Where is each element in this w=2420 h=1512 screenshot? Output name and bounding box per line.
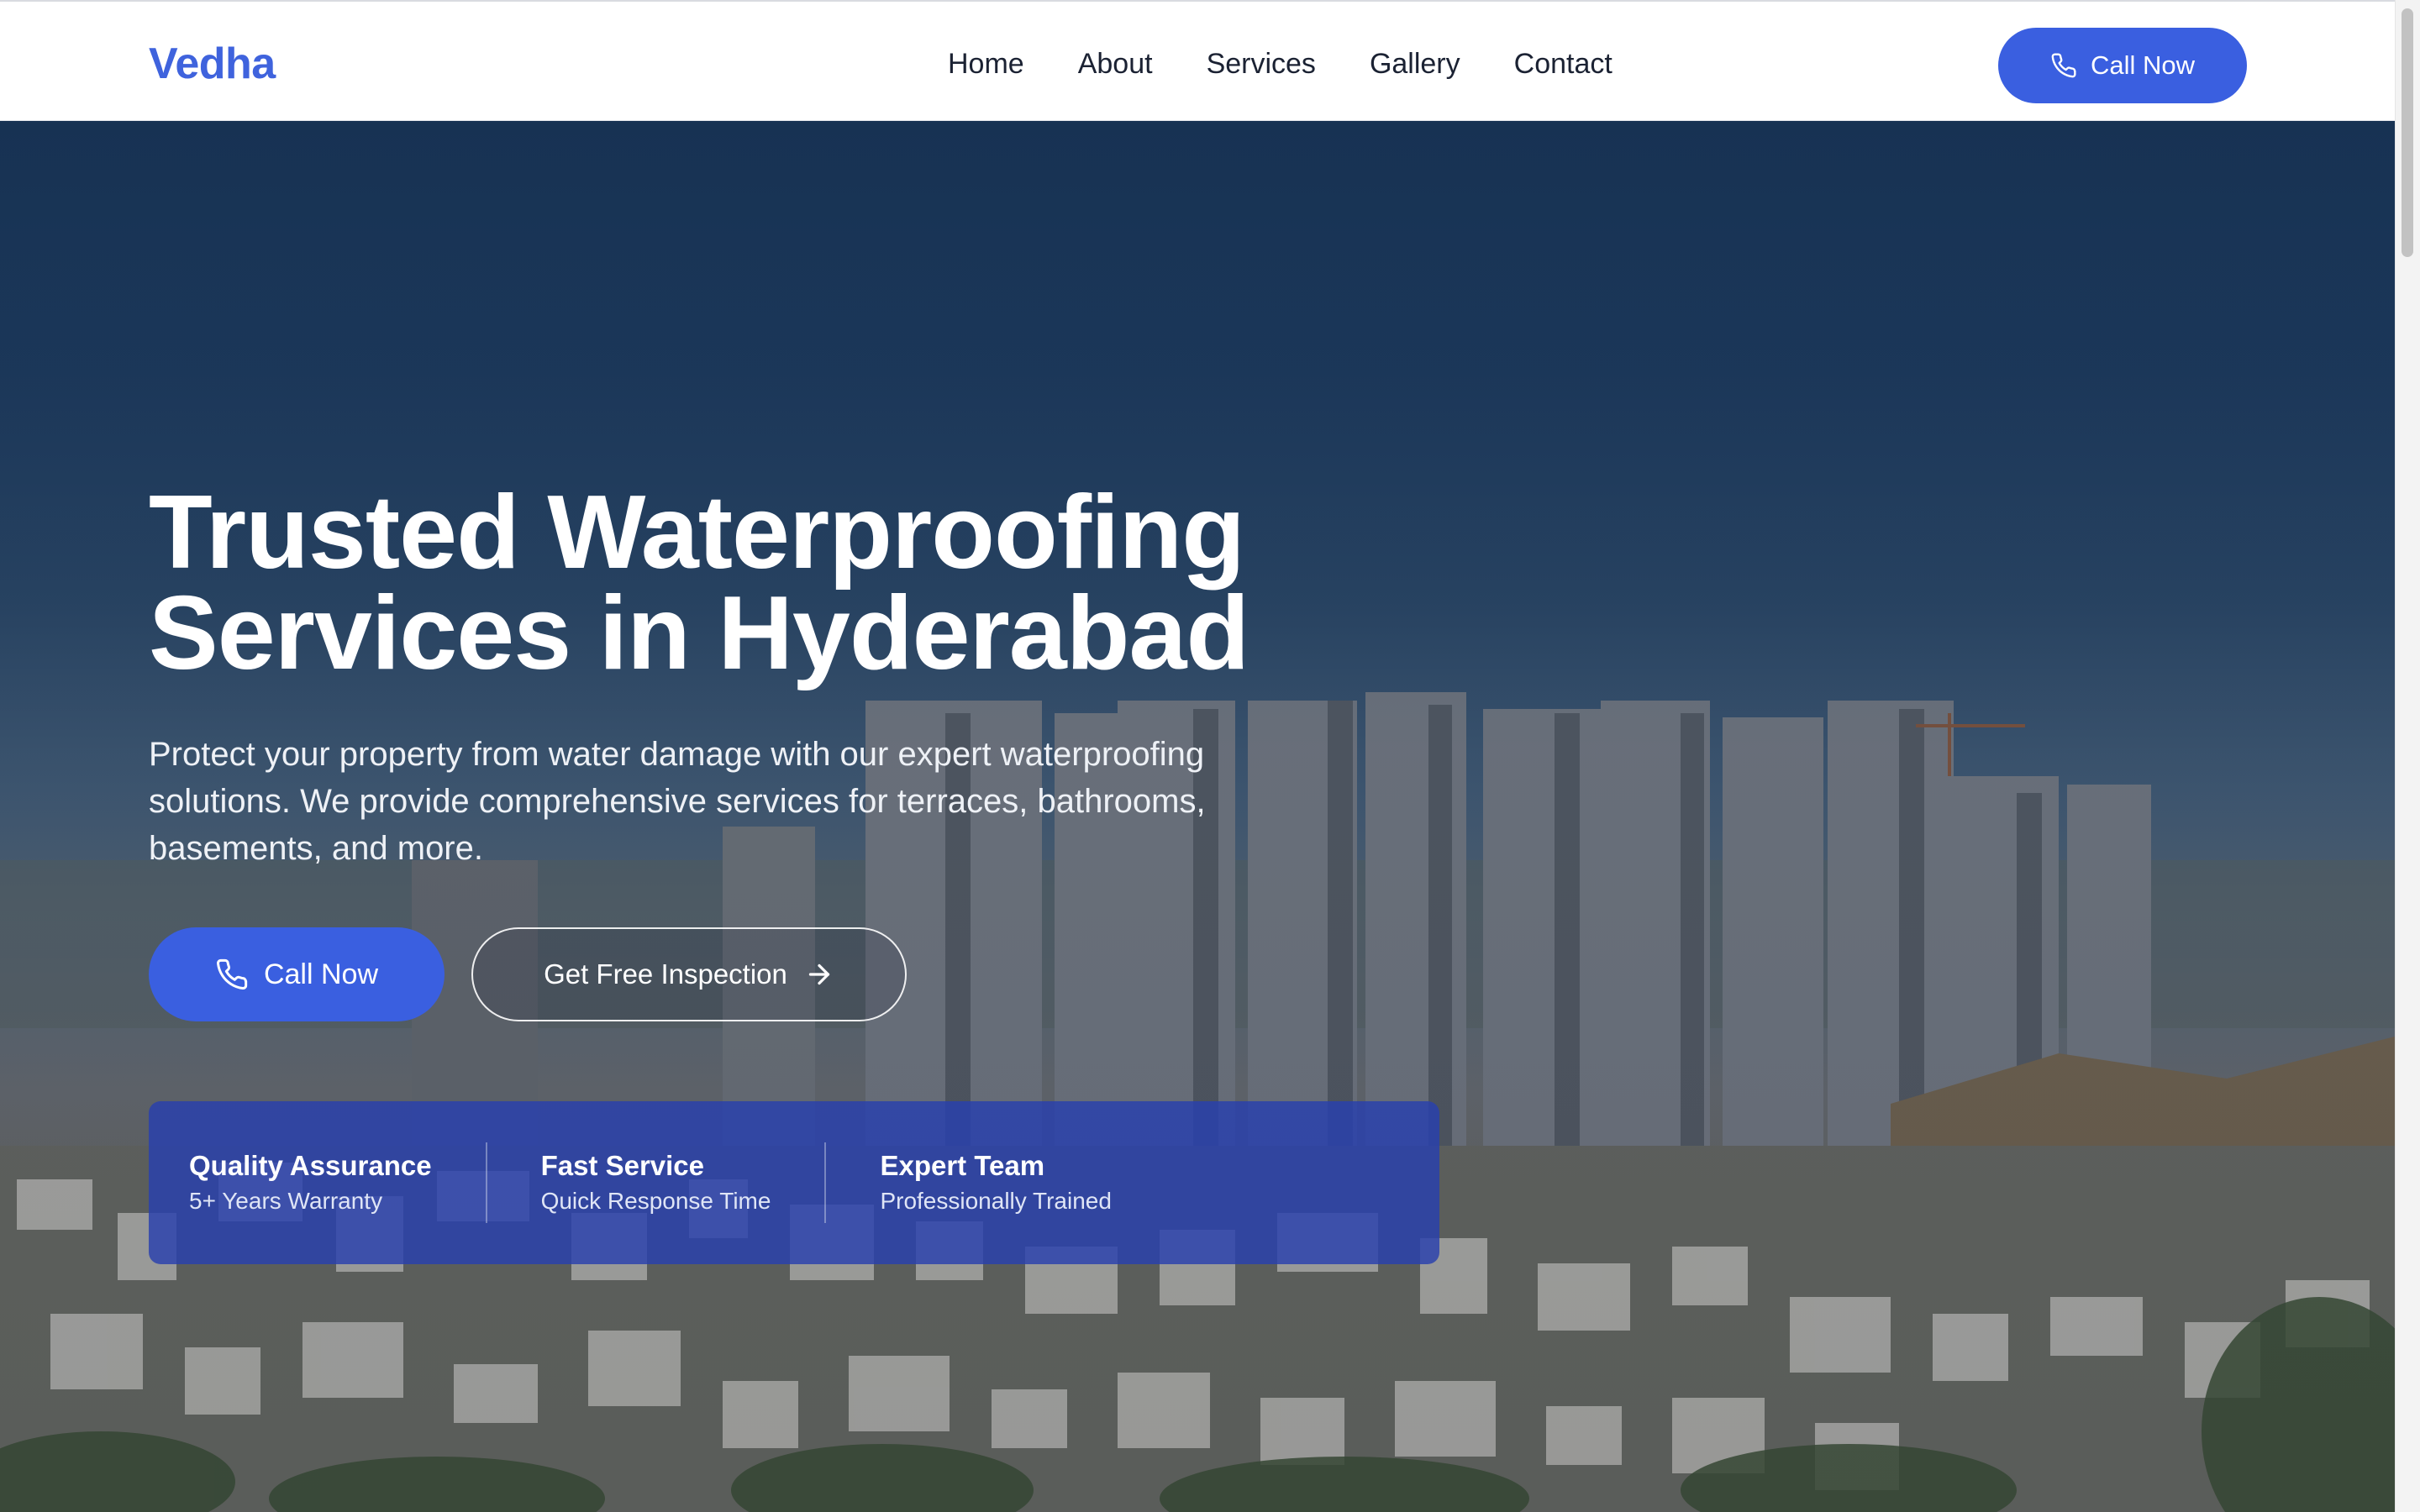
scrollbar-thumb[interactable]: [2402, 8, 2413, 257]
feature-expert-team: Expert Team Professionally Trained: [826, 1142, 1111, 1223]
nav-services[interactable]: Services: [1207, 45, 1316, 82]
feature-title: Expert Team: [880, 1150, 1045, 1181]
feature-title: Quality Assurance: [189, 1150, 432, 1181]
nav-contact[interactable]: Contact: [1514, 45, 1612, 82]
site-header: Vedha Home About Services Gallery Contac…: [0, 0, 2395, 121]
phone-icon: [2051, 53, 2076, 78]
phone-icon: [216, 958, 248, 990]
free-inspection-button[interactable]: Get Free Inspection: [471, 927, 907, 1021]
feature-desc: Professionally Trained: [880, 1188, 1112, 1214]
header-call-button[interactable]: Call Now: [1998, 28, 2247, 103]
hero-call-button[interactable]: Call Now: [149, 927, 445, 1021]
hero-title-line2: Services in Hyderabad: [149, 575, 1249, 691]
features-panel: Quality Assurance 5+ Years Warranty Fast…: [149, 1101, 1439, 1264]
hero-call-label: Call Now: [263, 958, 379, 990]
hero-title-line1: Trusted Waterproofing: [149, 475, 1245, 591]
feature-desc: Quick Response Time: [540, 1188, 771, 1214]
nav-gallery[interactable]: Gallery: [1370, 45, 1460, 82]
feature-quality-assurance: Quality Assurance 5+ Years Warranty: [149, 1142, 432, 1223]
feature-title: Fast Service: [540, 1150, 705, 1181]
header-call-label: Call Now: [2090, 50, 2196, 80]
site-logo[interactable]: Vedha: [149, 37, 276, 91]
nav-home[interactable]: Home: [948, 45, 1024, 82]
hero-section: Trusted Waterproofing Services in Hydera…: [0, 121, 2395, 1512]
hero-subtitle: Protect your property from water damage …: [149, 736, 1206, 867]
free-inspection-label: Get Free Inspection: [544, 958, 787, 990]
feature-desc: 5+ Years Warranty: [189, 1188, 383, 1214]
arrow-right-icon: [808, 963, 830, 985]
nav-about[interactable]: About: [1078, 45, 1153, 82]
main-nav: Home About Services Gallery Contact: [948, 45, 1612, 82]
feature-fast-service: Fast Service Quick Response Time: [487, 1142, 771, 1223]
hero-title: Trusted Waterproofing Services in Hydera…: [149, 475, 1493, 691]
